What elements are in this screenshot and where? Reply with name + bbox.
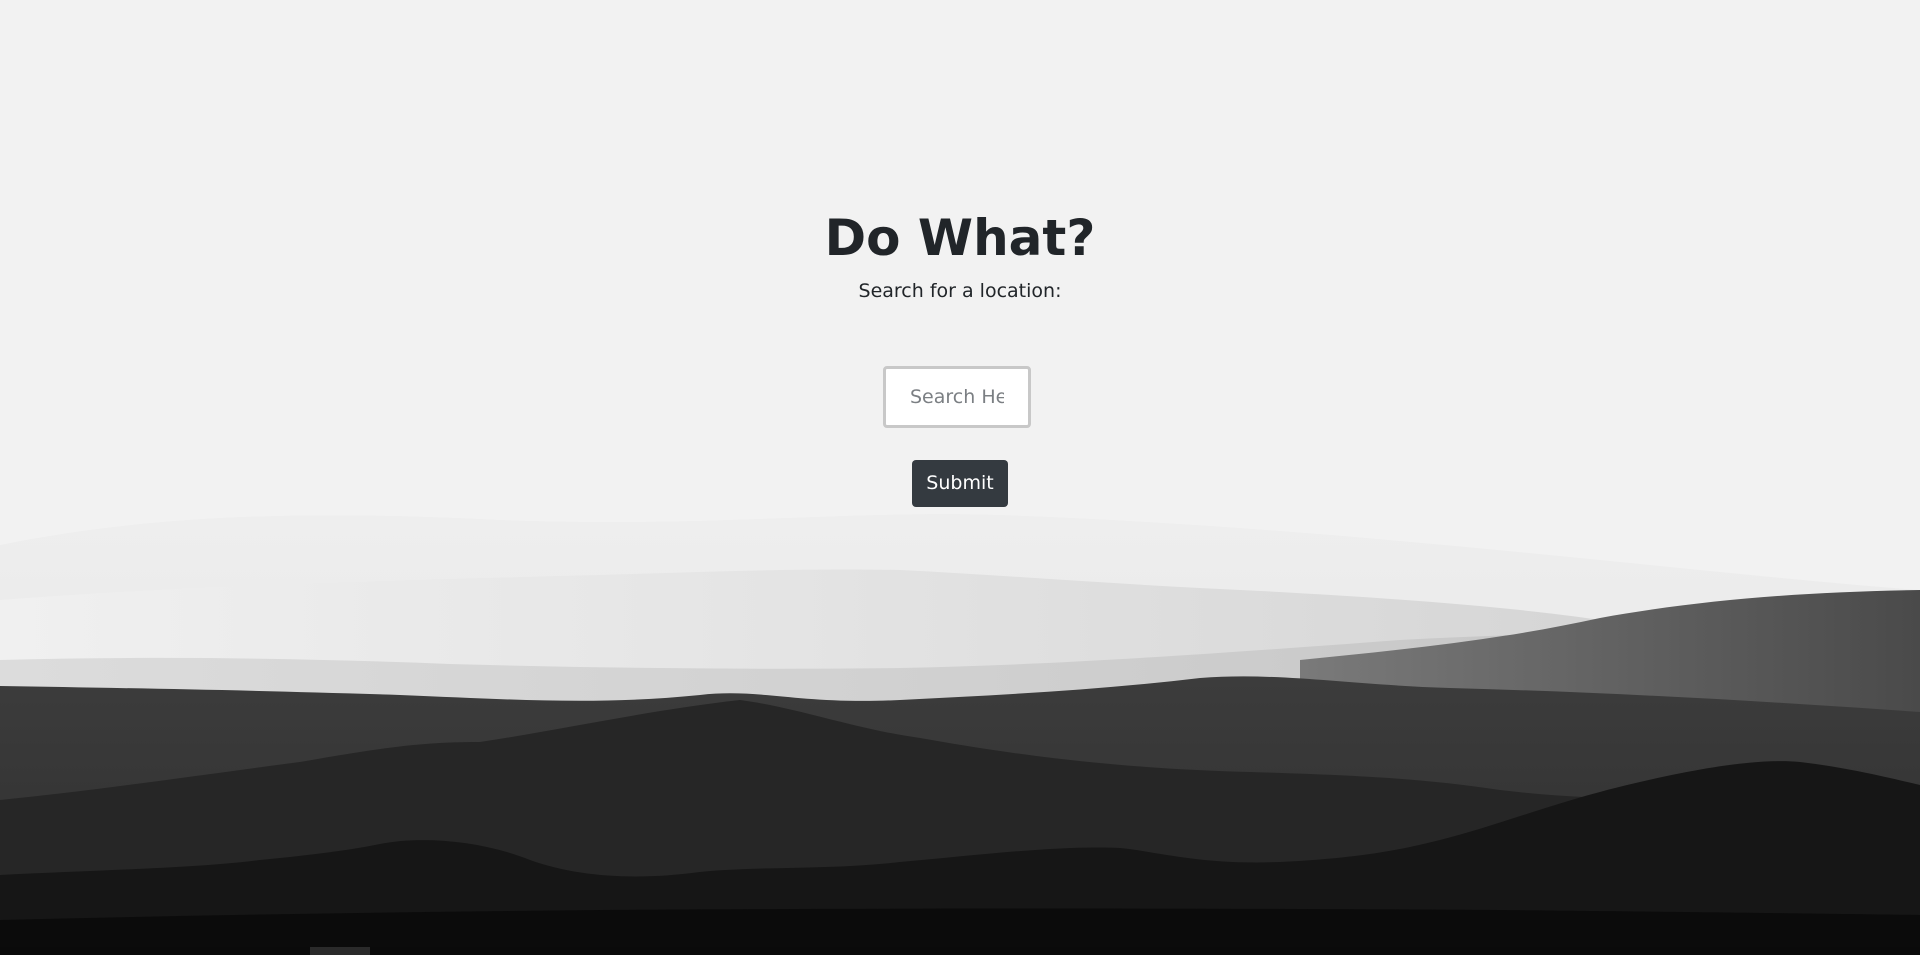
scrollbar-thumb[interactable] xyxy=(310,947,370,955)
page: Do What? Search for a location: Submit xyxy=(0,0,1920,955)
horizontal-scrollbar[interactable] xyxy=(0,947,1920,955)
submit-button[interactable]: Submit xyxy=(912,460,1008,507)
page-title: Do What? xyxy=(824,209,1096,267)
search-prompt: Search for a location: xyxy=(858,280,1062,302)
location-search-input[interactable] xyxy=(883,366,1031,428)
